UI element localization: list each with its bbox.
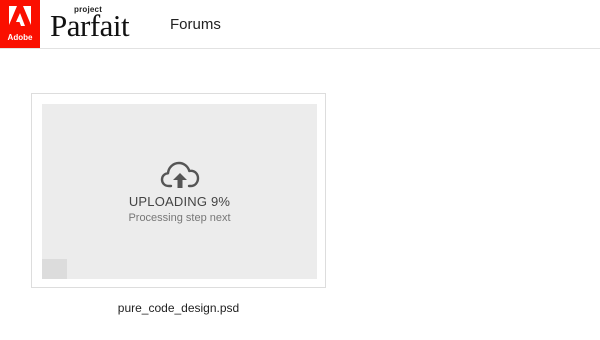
file-preview: UPLOADING 9% Processing step next <box>42 104 317 279</box>
file-name[interactable]: pure_code_design.psd <box>31 300 326 316</box>
brand-name: Parfait <box>50 8 130 43</box>
upload-substatus: Processing step next <box>128 212 231 224</box>
adobe-a-icon <box>9 6 31 26</box>
cloud-upload-icon <box>160 161 200 188</box>
top-header: Adobe project Parfait Forums <box>0 0 600 49</box>
file-card[interactable]: UPLOADING 9% Processing step next <box>31 93 326 288</box>
adobe-logo-text: Adobe <box>7 33 33 42</box>
upload-status: UPLOADING 9% <box>128 194 231 209</box>
nav-link-forums[interactable]: Forums <box>170 16 221 34</box>
adobe-logo[interactable]: Adobe <box>0 0 40 48</box>
layer-thumbnail <box>42 259 67 279</box>
